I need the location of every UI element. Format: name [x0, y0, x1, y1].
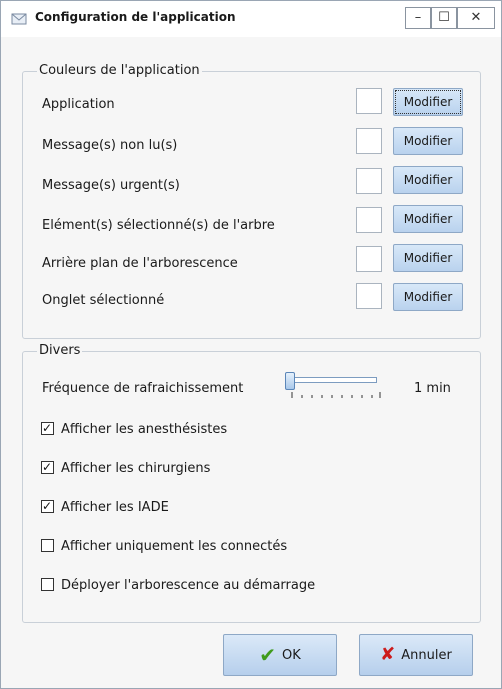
checkbox-label: Déployer l'arborescence au démarrage — [61, 578, 316, 593]
divers-groupbox: Divers Fréquence de rafraichissement 1 m… — [22, 343, 481, 623]
modify-button[interactable]: Modifier — [393, 88, 463, 116]
maximize-button[interactable]: ☐ — [431, 7, 457, 29]
ok-button[interactable]: ✔ OK — [223, 634, 337, 676]
checkbox-connectes[interactable]: Afficher uniquement les connectés — [41, 539, 287, 554]
color-swatch — [356, 88, 382, 114]
checkbox-empty-icon[interactable] — [41, 578, 54, 591]
color-swatch — [356, 207, 382, 233]
config-window: Configuration de l'application – ☐ ✕ Cou… — [0, 0, 502, 689]
modify-button[interactable]: Modifier — [393, 166, 463, 194]
slider-ticks — [291, 392, 381, 398]
checkbox-empty-icon[interactable] — [41, 539, 54, 552]
color-swatch — [356, 283, 382, 309]
color-row-label: Message(s) urgent(s) — [42, 178, 180, 193]
color-row-label: Onglet sélectionné — [42, 293, 165, 308]
minimize-button[interactable]: – — [405, 7, 431, 29]
checkbox-checked-icon[interactable]: ✓ — [41, 499, 54, 513]
color-swatch — [356, 168, 382, 194]
cross-icon: ✘ — [380, 644, 396, 665]
checkbox-label: Afficher les IADE — [61, 500, 169, 515]
title-bar: Configuration de l'application – ☐ ✕ — [1, 1, 501, 37]
colors-group-title: Couleurs de l'application — [37, 63, 202, 78]
modify-button[interactable]: Modifier — [393, 205, 463, 233]
divers-group-title: Divers — [37, 343, 83, 358]
ok-button-label: OK — [282, 647, 301, 663]
checkbox-deployer[interactable]: Déployer l'arborescence au démarrage — [41, 578, 315, 593]
checkbox-checked-icon[interactable]: ✓ — [41, 421, 54, 435]
modify-button[interactable]: Modifier — [393, 127, 463, 155]
checkbox-label: Afficher les chirurgiens — [61, 461, 211, 476]
refresh-slider-track[interactable] — [291, 377, 377, 383]
app-envelope-icon — [11, 13, 27, 25]
color-row-label: Arrière plan de l'arborescence — [42, 256, 238, 271]
color-row-label: Application — [42, 97, 115, 112]
refresh-frequency-label: Fréquence de rafraichissement — [42, 381, 244, 396]
modify-button[interactable]: Modifier — [393, 283, 463, 311]
color-swatch — [356, 246, 382, 272]
refresh-frequency-value: 1 min — [414, 381, 451, 396]
color-row-label: Elément(s) sélectionné(s) de l'arbre — [42, 218, 275, 233]
checkbox-iade[interactable]: ✓ Afficher les IADE — [41, 499, 169, 515]
checkmark-icon: ✔ — [259, 643, 276, 667]
cancel-button-label: Annuler — [401, 647, 452, 663]
checkbox-checked-icon[interactable]: ✓ — [41, 460, 54, 474]
checkbox-chirurgiens[interactable]: ✓ Afficher les chirurgiens — [41, 460, 211, 476]
color-row-label: Message(s) non lu(s) — [42, 138, 178, 153]
color-swatch — [356, 128, 382, 154]
checkbox-anesthesistes[interactable]: ✓ Afficher les anesthésistes — [41, 421, 228, 437]
window-title: Configuration de l'application — [35, 10, 236, 24]
close-button[interactable]: ✕ — [457, 7, 495, 29]
refresh-slider-thumb[interactable] — [285, 372, 295, 390]
checkbox-label: Afficher les anesthésistes — [61, 422, 228, 437]
modify-button[interactable]: Modifier — [393, 244, 463, 272]
checkbox-label: Afficher uniquement les connectés — [61, 539, 288, 554]
cancel-button[interactable]: ✘ Annuler — [359, 634, 473, 676]
colors-groupbox: Couleurs de l'application Application Mo… — [22, 63, 481, 339]
